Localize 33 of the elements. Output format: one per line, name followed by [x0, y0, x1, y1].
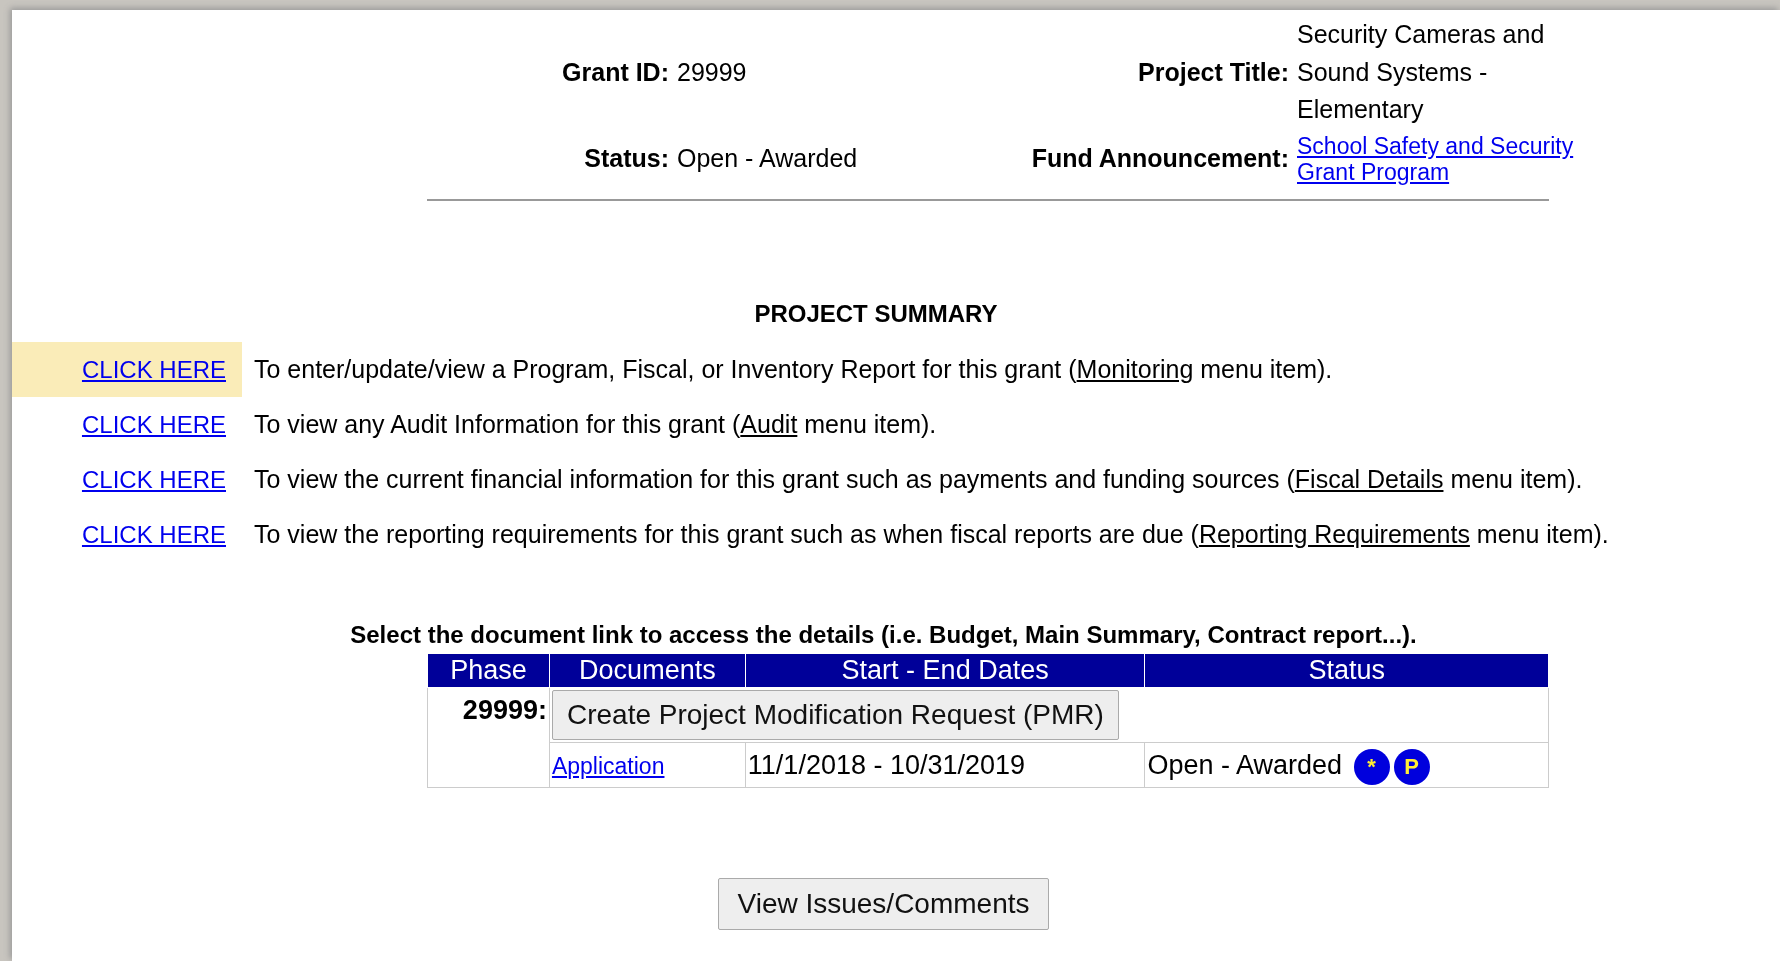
description-text: To enter/update/view a Program, Fiscal, or Inventory Report for this grant (Monitoring menu item). — [253, 354, 1333, 386]
phase-number: 29999: — [462, 694, 547, 725]
menu-item-link[interactable]: Fiscal Details — [1294, 465, 1444, 494]
project-title-label: Project Title: — [1138, 57, 1289, 86]
instruction-text: Select the document link to access the details (i.e. Budget, Main Summary, Contract report...). — [350, 621, 1417, 649]
menu-item-link[interactable]: Reporting Requirements — [1198, 520, 1470, 549]
grant-id-value: 29999 — [677, 57, 747, 86]
status-text: Open - Awarded — [1147, 749, 1343, 780]
menu-item-link[interactable]: Audit — [740, 410, 798, 439]
grant-id-label: Grant ID: — [562, 57, 669, 86]
description-text: To view any Audit Information for this grant (Audit menu item). — [253, 409, 937, 441]
fund-announcement-link[interactable]: School Safety and Security Grant Program — [1297, 132, 1607, 186]
click-here-link[interactable]: CLICK HERE — [81, 461, 226, 498]
view-issues-button[interactable]: View Issues/Comments — [718, 878, 1049, 931]
description-text: To view the current financial information for this grant such as payments and funding sources (Fiscal Details menu item). — [253, 464, 1583, 496]
click-here-link[interactable]: CLICK HERE — [81, 351, 226, 388]
fund-announcement-label: Fund Announcement: — [1031, 144, 1289, 173]
create-pmr-button[interactable]: Create Project Modification Request (PMR) — [551, 689, 1119, 740]
column-header: Documents — [549, 653, 746, 688]
status-badge-icon: P — [1393, 748, 1430, 785]
menu-item-link[interactable]: Monitoring — [1076, 355, 1194, 384]
click-here-link[interactable]: CLICK HERE — [81, 406, 226, 443]
date-range: 11/1/2018 - 10/31/2019 — [747, 749, 1026, 780]
column-header: Phase — [427, 653, 550, 688]
description-text: To view the reporting requirements for this grant such as when fiscal reports are due (Reporting Requirements menu item). — [253, 519, 1609, 551]
project-title-value: Security Cameras and Sound Systems - Elementary — [1297, 20, 1545, 123]
click-here-link[interactable]: CLICK HERE — [81, 516, 226, 553]
section-title: PROJECT SUMMARY — [754, 300, 998, 328]
column-header: Status — [1144, 653, 1549, 688]
status-label: Status: — [584, 144, 669, 173]
status-value: Open - Awarded — [677, 144, 858, 173]
status-badge-icon: * — [1353, 748, 1390, 785]
column-header: Start - End Dates — [745, 653, 1145, 688]
